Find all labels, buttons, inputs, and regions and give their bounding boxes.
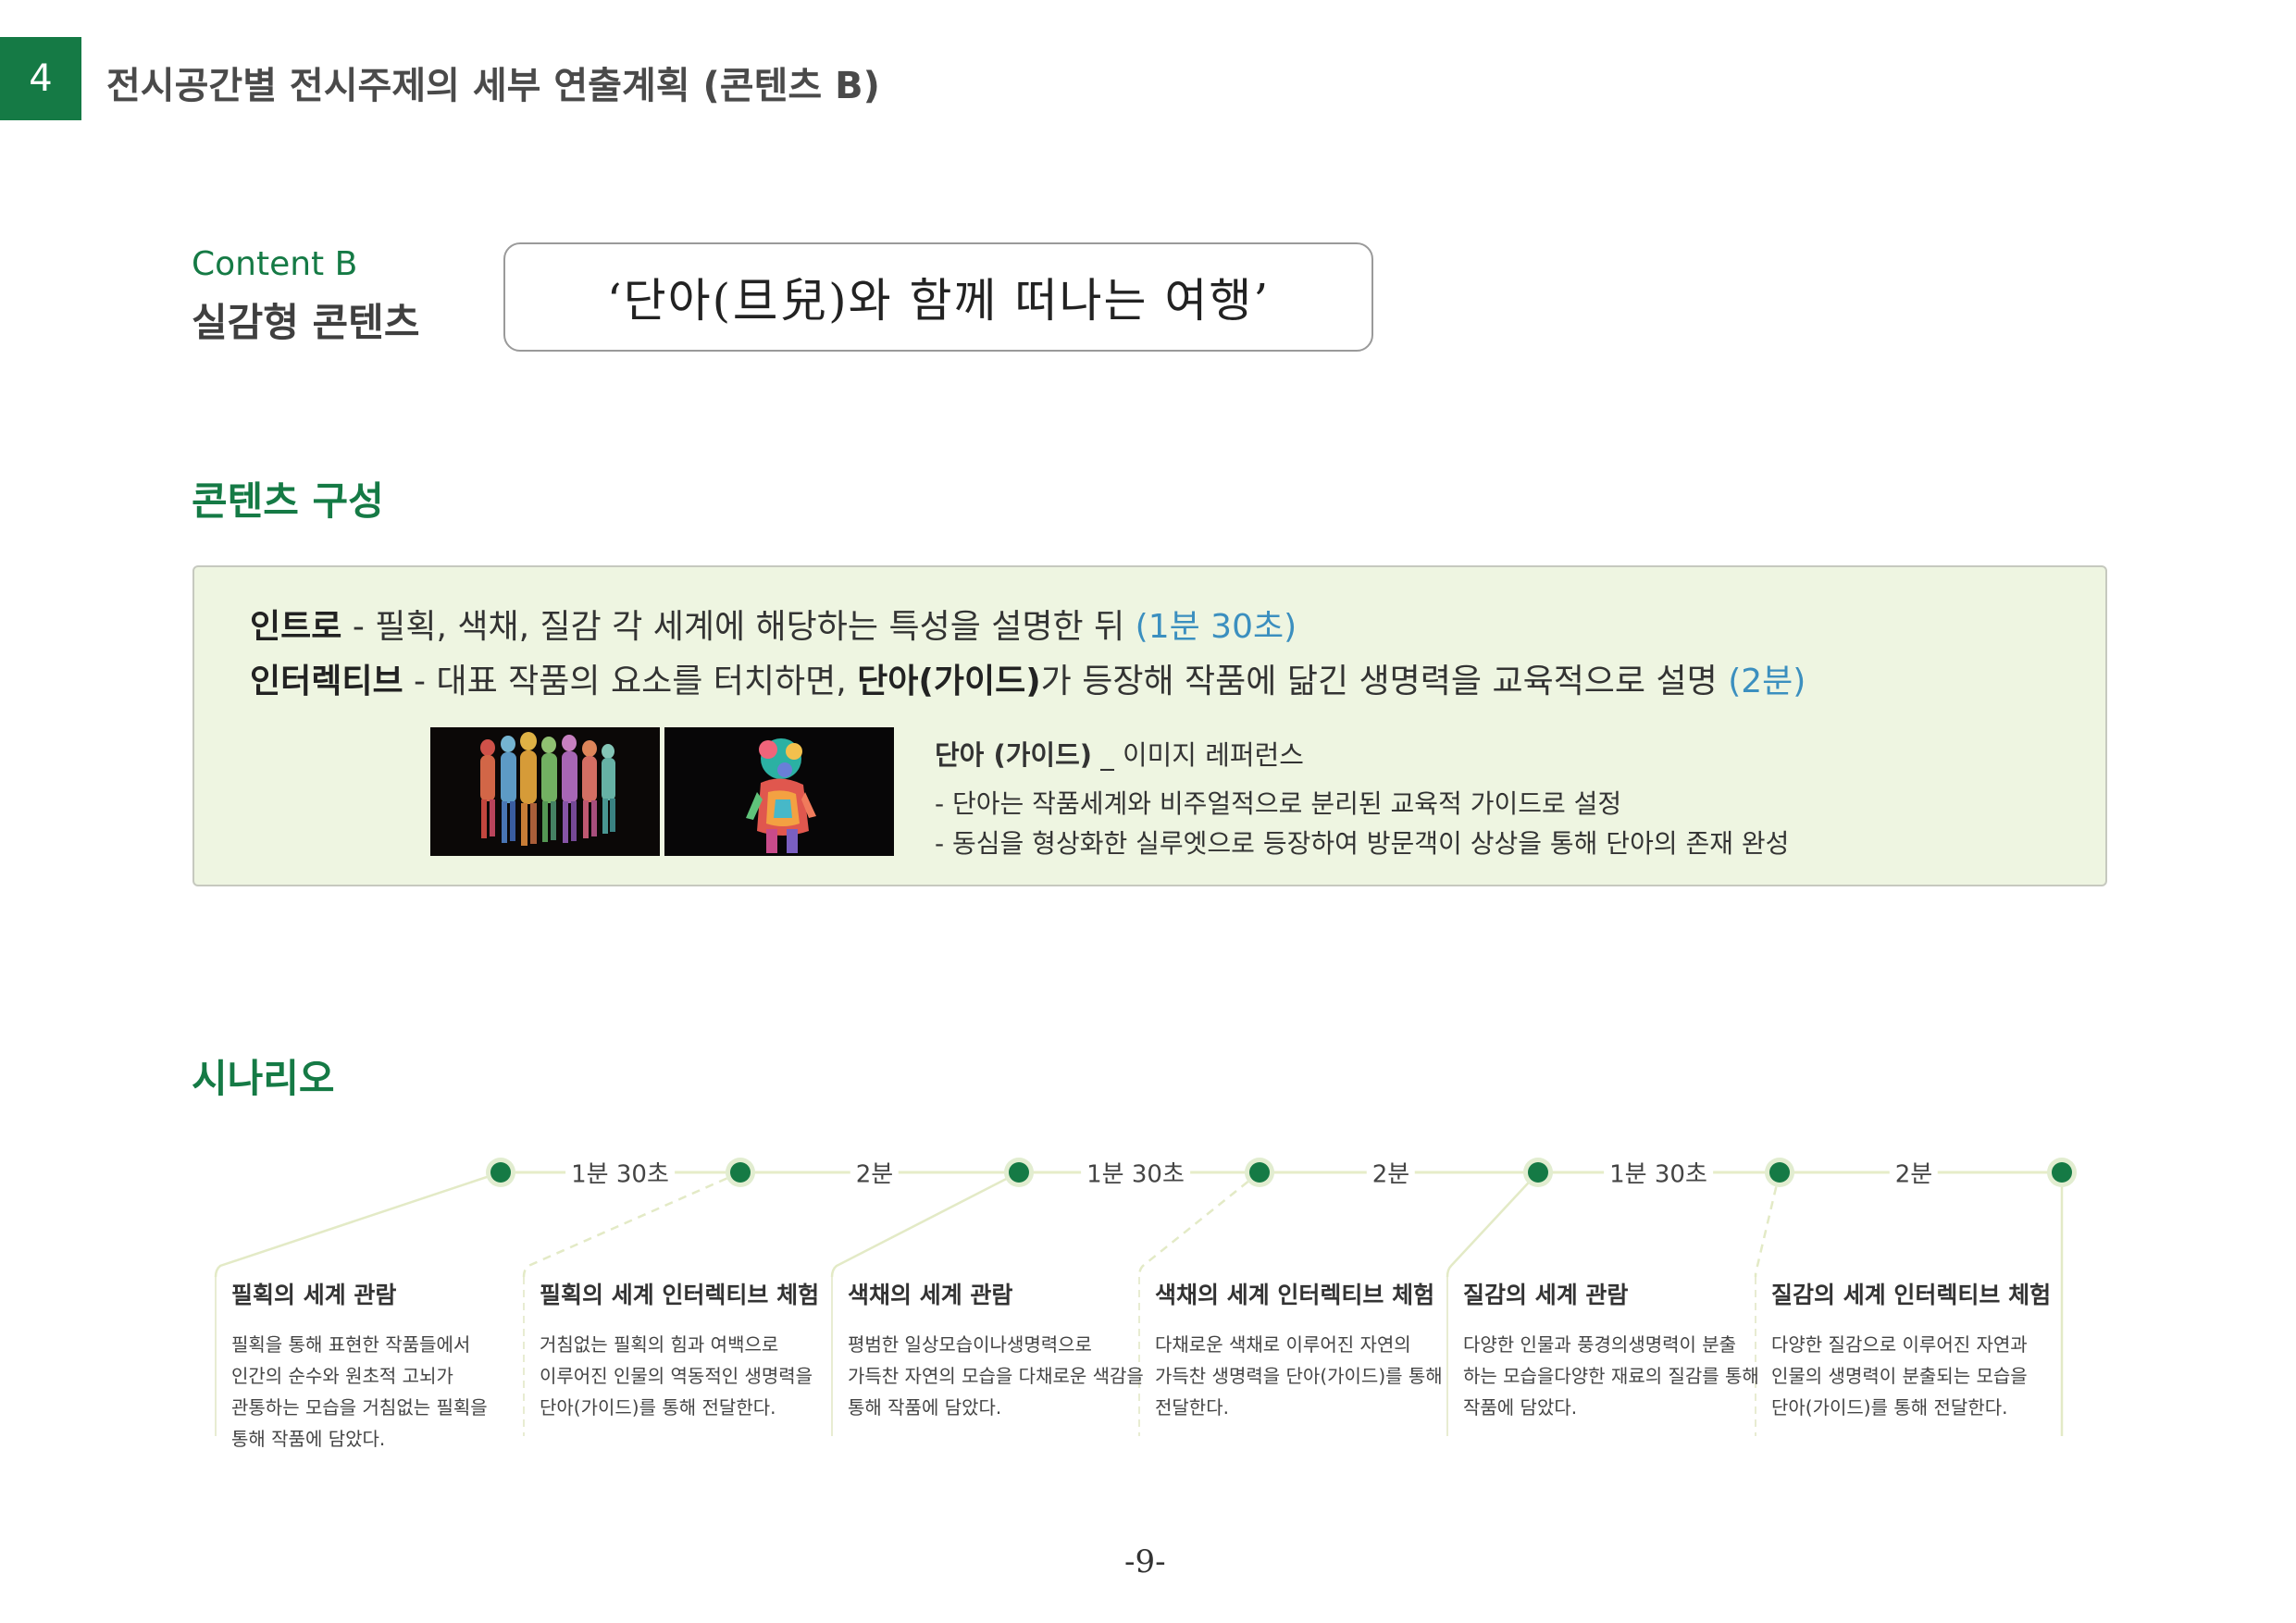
scenario-step: 색채의 세계 관람 평범한 일상모습이나생명력으로 가득찬 자연의 모습을 다채… [848,1277,1144,1423]
timeline-dot [2052,1162,2072,1183]
scenario-step: 필획의 세계 관람 필획을 통해 표현한 작품들에서 인간의 순수와 원초적 고… [231,1277,527,1455]
step-title: 필획의 세계 인터렉티브 체험 [540,1282,820,1308]
step-title: 질감의 세계 인터렉티브 체험 [1771,1282,2052,1308]
timeline-duration: 2분 [1889,1155,1939,1190]
timeline-duration: 1분 30초 [1081,1155,1190,1190]
timeline-duration: 2분 [1366,1155,1416,1190]
step-title: 색채의 세계 인터렉티브 체험 [1155,1282,1435,1308]
step-description: 다양한 질감으로 이루어진 자연과 인물의 생명력이 분출되는 모습을 단아(가… [1771,1333,2028,1419]
step-description: 평범한 일상모습이나생명력으로 가득찬 자연의 모습을 다채로운 색감을 통해 … [848,1333,1144,1419]
scenario-step: 필획의 세계 인터렉티브 체험 거침없는 필획의 힘과 여백으로 이루어진 인물… [540,1277,836,1423]
step-description: 다양한 인물과 풍경의생명력이 분출 하는 모습을다양한 재료의 질감를 통해 … [1463,1333,1759,1419]
timeline-dot [1769,1162,1790,1183]
step-title: 질감의 세계 관람 [1463,1282,1629,1308]
step-description: 거침없는 필획의 힘과 여백으로 이루어진 인물의 역동적인 생명력을 단아(가… [540,1333,813,1419]
timeline-dot [1528,1162,1548,1183]
timeline-dot [490,1162,511,1183]
step-description: 다채로운 색채로 이루어진 자연의 가득찬 생명력을 단아(가이드)를 통해 전… [1155,1333,1443,1419]
step-description: 필획을 통해 표현한 작품들에서 인간의 순수와 원초적 고뇌가 관통하는 모습… [231,1333,488,1450]
timeline-duration: 1분 30초 [565,1155,675,1190]
timeline-dot [730,1162,751,1183]
step-title: 색채의 세계 관람 [848,1282,1013,1308]
scenario-step: 질감의 세계 관람 다양한 인물과 풍경의생명력이 분출 하는 모습을다양한 재… [1463,1277,1759,1423]
step-title: 필획의 세계 관람 [231,1282,397,1308]
timeline-duration: 1분 30초 [1604,1155,1713,1190]
scenario-step: 질감의 세계 인터렉티브 체험 다양한 질감으로 이루어진 자연과 인물의 생명… [1771,1277,2067,1423]
timeline-duration: 2분 [850,1155,900,1190]
timeline-dot [1249,1162,1270,1183]
timeline-dot [1009,1162,1029,1183]
scenario-step: 색채의 세계 인터렉티브 체험 다채로운 색채로 이루어진 자연의 가득찬 생명… [1155,1277,1451,1423]
page-number: -9- [1124,1543,1166,1580]
